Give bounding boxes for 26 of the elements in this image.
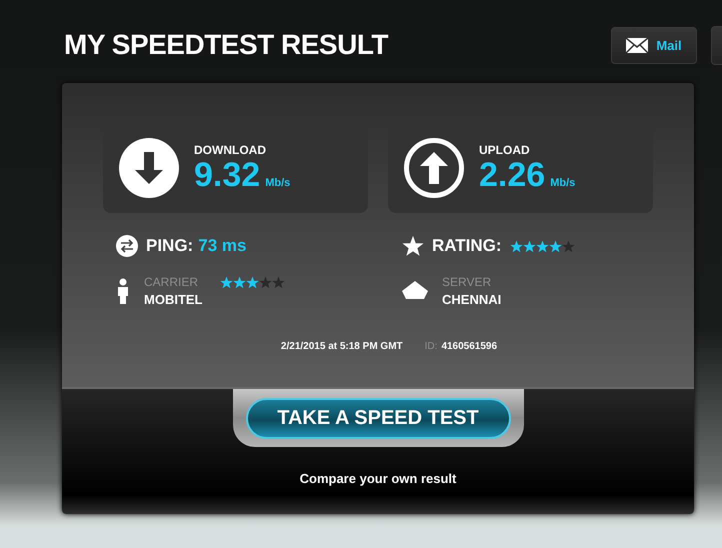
result-label: UPLOAD <box>479 143 531 157</box>
person-icon <box>116 278 130 304</box>
ping-label: PING: <box>146 236 194 256</box>
share-button[interactable] <box>711 26 722 64</box>
ping-value: 73 ms <box>198 236 246 256</box>
carrier-name: MOBITEL <box>144 292 204 307</box>
result-id: 4160561596 <box>441 341 498 352</box>
result-value: 9.32 <box>194 157 260 193</box>
unit-label: Mb/s <box>265 177 290 189</box>
mail-button[interactable]: Mail <box>611 26 697 64</box>
unit-label: Mb/s <box>550 177 576 189</box>
result-value: 2.26 <box>479 157 546 193</box>
rating-label: RATING: <box>432 236 502 256</box>
carrier-label: CARRIER <box>144 275 198 289</box>
result-label: DOWNLOAD <box>194 143 267 157</box>
star-icon <box>402 235 424 257</box>
envelope-icon <box>626 38 648 52</box>
page-title: MY SPEEDTEST RESULT <box>64 29 390 61</box>
id-label: ID: <box>424 341 438 352</box>
ping-icon <box>116 235 138 257</box>
test-timestamp: 2/21/2015 at 5:18 PM GMT <box>280 341 403 352</box>
server-label: SERVER <box>442 275 492 289</box>
speed-test-button[interactable]: TAKE A SPEED TEST <box>246 398 510 439</box>
server-name: CHENNAI <box>442 292 502 307</box>
pentagon-icon <box>402 281 428 301</box>
caption-text: Compare your own result <box>300 471 456 486</box>
